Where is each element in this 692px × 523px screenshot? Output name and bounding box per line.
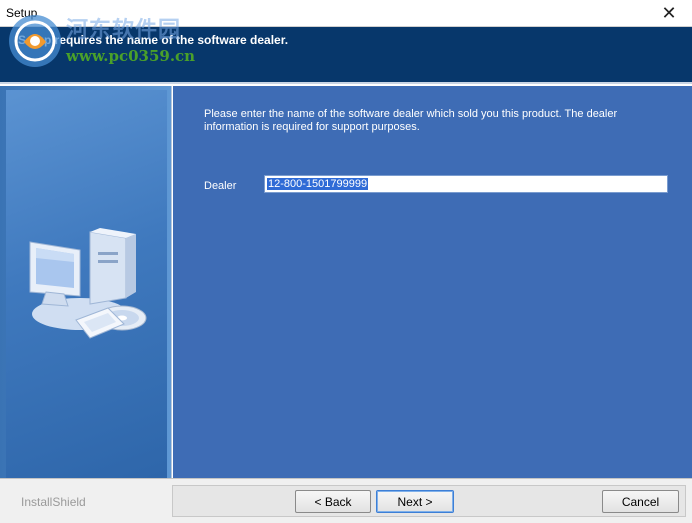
watermark-text: 河东软件园 bbox=[66, 17, 182, 43]
content-panel: Please enter the name of the software de… bbox=[173, 86, 692, 478]
cancel-button[interactable]: Cancel bbox=[602, 490, 679, 513]
computer-with-cd-icon bbox=[29, 228, 147, 339]
watermark-url: www.pc0359.cn bbox=[66, 47, 196, 65]
button-area: < Back Next > Cancel bbox=[172, 485, 686, 517]
back-button[interactable]: < Back bbox=[295, 490, 371, 513]
dealer-label: Dealer bbox=[204, 180, 237, 192]
next-button[interactable]: Next > bbox=[376, 490, 454, 513]
installshield-brand: InstallShield bbox=[21, 495, 86, 509]
side-panel-inner bbox=[6, 90, 167, 478]
instruction-text: Please enter the name of the software de… bbox=[204, 108, 618, 133]
side-panel bbox=[0, 86, 172, 478]
dealer-input[interactable]: 12-800-1501799999 bbox=[264, 175, 668, 193]
footer-bar: InstallShield < Back Next > Cancel bbox=[0, 478, 692, 523]
watermark-logo-icon bbox=[9, 15, 61, 67]
close-button[interactable]: ✕ bbox=[646, 0, 692, 27]
dealer-value: 12-800-1501799999 bbox=[267, 178, 369, 190]
